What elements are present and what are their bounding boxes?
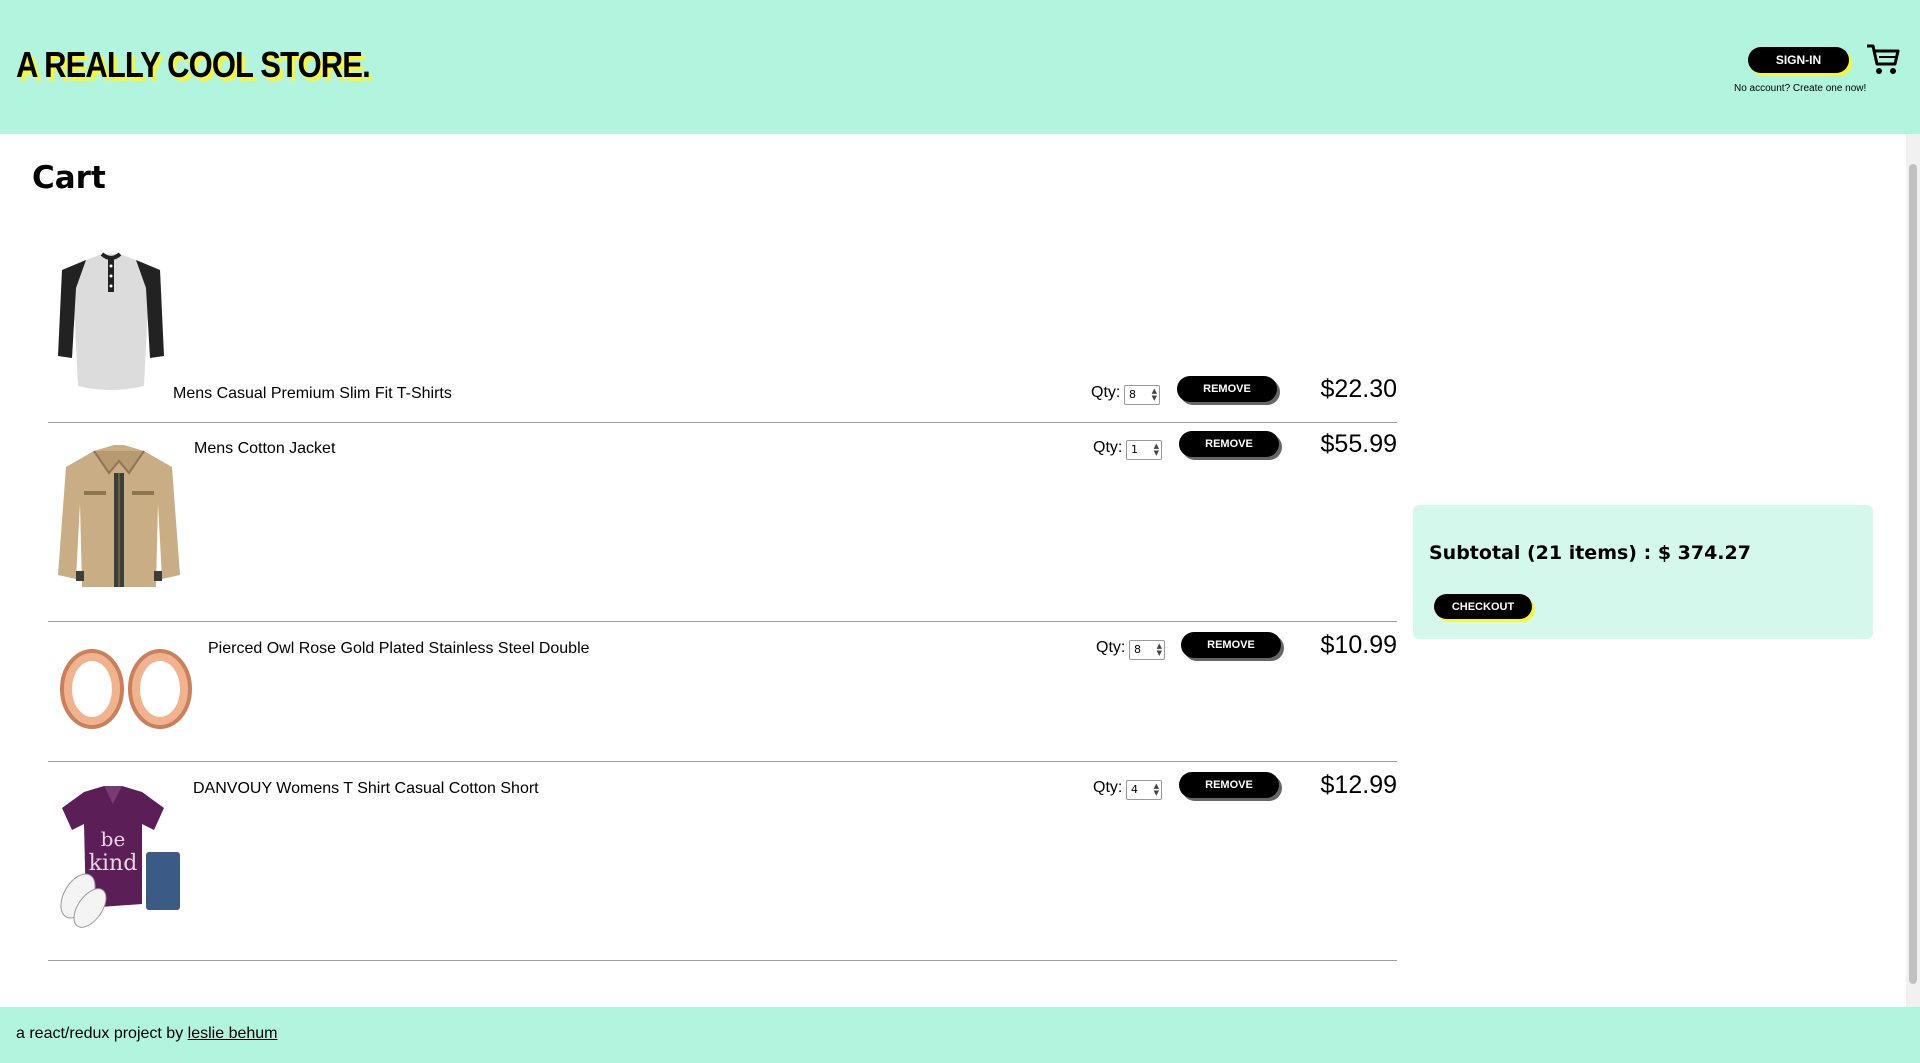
header: A REALLY COOL STORE. SIGN-IN No account?… [0, 0, 1920, 134]
item-price: $10.99 [1320, 631, 1397, 659]
quantity-value: 1 [1131, 443, 1138, 456]
qty-label: Qty: [1093, 779, 1123, 796]
svg-text:be: be [101, 827, 126, 851]
item-title[interactable]: Mens Casual Premium Slim Fit T-Shirts [173, 385, 452, 403]
qty-label: Qty: [1093, 439, 1123, 456]
item-title[interactable]: Pierced Owl Rose Gold Plated Stainless S… [208, 640, 590, 658]
product-image[interactable] [56, 644, 196, 734]
qty-label: Qty: [1096, 639, 1126, 656]
product-image[interactable] [56, 248, 166, 398]
stepper-arrows-icon[interactable]: ▲ ▼ [1154, 783, 1159, 797]
cart-item: be kind DANVOUY Womens T Shirt Casual Co… [48, 762, 1397, 961]
quantity-stepper[interactable]: 4 ▲ ▼ [1126, 780, 1162, 800]
store-logo[interactable]: A REALLY COOL STORE. [16, 44, 371, 86]
footer: a react/redux project by leslie behum [0, 1007, 1920, 1063]
remove-button[interactable]: REMOVE [1181, 632, 1281, 658]
page-title: Cart [32, 160, 106, 196]
quantity-stepper[interactable]: 8 ▲ ▼ [1124, 385, 1160, 405]
stepper-arrows-icon[interactable]: ▲ ▼ [1154, 443, 1159, 457]
product-image[interactable]: be kind [56, 784, 186, 929]
sign-in-button[interactable]: SIGN-IN [1748, 47, 1849, 73]
author-link[interactable]: leslie behum [188, 1025, 278, 1042]
quantity-value: 4 [1131, 783, 1138, 796]
item-title[interactable]: Mens Cotton Jacket [194, 440, 335, 458]
remove-button[interactable]: REMOVE [1179, 431, 1279, 457]
footer-credit: a react/redux project by leslie behum [16, 1025, 277, 1043]
order-summary: Subtotal (21 items) : $ 374.27 CHECKOUT [1413, 505, 1873, 639]
quantity-value: 8 [1134, 643, 1141, 656]
stepper-arrows-icon[interactable]: ▲ ▼ [1152, 388, 1157, 402]
qty-label: Qty: [1091, 384, 1121, 401]
item-title[interactable]: DANVOUY Womens T Shirt Casual Cotton Sho… [193, 780, 539, 798]
quantity-value: 8 [1129, 388, 1136, 401]
item-price: $12.99 [1320, 771, 1397, 799]
remove-button[interactable]: REMOVE [1179, 772, 1279, 798]
remove-button[interactable]: REMOVE [1177, 376, 1277, 402]
checkout-button[interactable]: CHECKOUT [1434, 594, 1532, 619]
cart-list: Mens Casual Premium Slim Fit T-Shirts Qt… [48, 230, 1397, 961]
item-price: $22.30 [1320, 375, 1397, 403]
stepper-arrows-icon[interactable]: ▲ ▼ [1157, 643, 1162, 657]
vertical-scrollbar[interactable] [1906, 134, 1920, 1007]
product-image[interactable] [54, 443, 184, 593]
scrollbar-thumb[interactable] [1909, 164, 1917, 984]
svg-text:kind: kind [89, 851, 138, 876]
quantity-stepper[interactable]: 8 ▲ ▼ [1129, 640, 1165, 660]
cart-item: Mens Cotton Jacket Qty: 1 ▲ ▼ REMOVE $55.… [48, 423, 1397, 622]
subtotal-text: Subtotal (21 items) : $ 374.27 [1429, 542, 1751, 564]
cart-item: Pierced Owl Rose Gold Plated Stainless S… [48, 622, 1397, 762]
cart-item: Mens Casual Premium Slim Fit T-Shirts Qt… [48, 230, 1397, 423]
cart-icon[interactable] [1866, 42, 1900, 76]
footer-prefix: a react/redux project by [16, 1025, 184, 1042]
quantity-stepper[interactable]: 1 ▲ ▼ [1126, 440, 1162, 460]
create-account-link[interactable]: No account? Create one now! [1734, 83, 1866, 94]
item-price: $55.99 [1320, 430, 1397, 458]
